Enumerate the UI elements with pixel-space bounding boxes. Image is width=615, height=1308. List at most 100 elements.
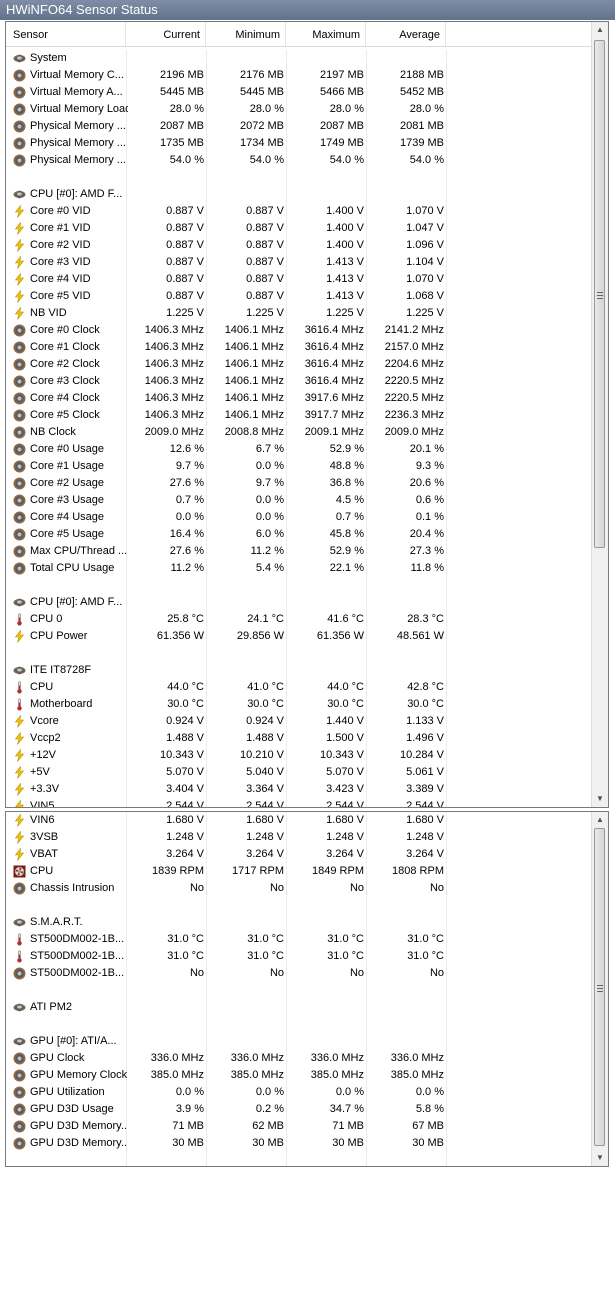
- column-header-current[interactable]: Current: [126, 22, 206, 46]
- sensor-label: System: [30, 52, 67, 64]
- sensor-row[interactable]: Core #1 VID 0.887 V 0.887 V 1.400 V 1.047 V: [6, 220, 592, 237]
- chip-icon: [13, 916, 26, 929]
- sensor-row[interactable]: ST500DM002-1B... 31.0 °C 31.0 °C 31.0 °C 31.…: [6, 948, 592, 965]
- sensor-list-panel-2[interactable]: VIN6 1.680 V 1.680 V 1.680 V 1.680 V 3VSB 1.24…: [5, 811, 609, 1167]
- sensor-row[interactable]: Core #3 VID 0.887 V 0.887 V 1.413 V 1.104 V: [6, 254, 592, 271]
- scroll-down-arrow-icon[interactable]: ▼: [592, 791, 608, 807]
- sensor-row[interactable]: Core #0 Usage 12.6 % 6.7 % 52.9 % 20.1 %: [6, 441, 592, 458]
- sensor-name-cell: Physical Memory ...: [13, 118, 128, 135]
- gauge-icon: [13, 882, 26, 895]
- sensor-row[interactable]: Core #5 VID 0.887 V 0.887 V 1.413 V 1.068 V: [6, 288, 592, 305]
- average-value: 1.096 V: [406, 239, 444, 251]
- vertical-scrollbar[interactable]: ▲ ▼: [591, 812, 608, 1166]
- sensor-row[interactable]: VIN5 2.544 V 2.544 V 2.544 V 2.544 V: [6, 798, 592, 808]
- scroll-up-arrow-icon[interactable]: ▲: [592, 812, 608, 828]
- sensor-row[interactable]: GPU Utilization 0.0 % 0.0 % 0.0 % 0.0 %: [6, 1084, 592, 1101]
- sensor-name-cell: Core #0 Usage: [13, 441, 128, 458]
- sensor-row[interactable]: Core #2 VID 0.887 V 0.887 V 1.400 V 1.096 V: [6, 237, 592, 254]
- sensor-row[interactable]: Motherboard 30.0 °C 30.0 °C 30.0 °C 30.0 °C: [6, 696, 592, 713]
- column-header-average[interactable]: Average: [366, 22, 446, 46]
- sensor-row[interactable]: Core #4 Clock 1406.3 MHz 1406.1 MHz 3917.6 …: [6, 390, 592, 407]
- sensor-name-cell: Core #0 Clock: [13, 322, 128, 339]
- sensor-row[interactable]: GPU D3D Memory... 71 MB 62 MB 71 MB 67 MB: [6, 1118, 592, 1135]
- average-value: 2157.0 MHz: [384, 341, 444, 353]
- sensor-name-cell: Physical Memory ...: [13, 135, 128, 152]
- sensor-row[interactable]: GPU D3D Usage 3.9 % 0.2 % 34.7 % 5.8 %: [6, 1101, 592, 1118]
- sensor-row[interactable]: NB Clock 2009.0 MHz 2008.8 MHz 2009.1 MHz 20…: [6, 424, 592, 441]
- sensor-name-cell: +12V: [13, 747, 128, 764]
- scroll-down-arrow-icon[interactable]: ▼: [592, 1150, 608, 1166]
- sensor-row[interactable]: Core #0 Clock 1406.3 MHz 1406.1 MHz 3616.4 …: [6, 322, 592, 339]
- sensor-group-row[interactable]: GPU [#0]: ATI/A...: [6, 1033, 592, 1050]
- sensor-label: VIN5: [30, 800, 55, 808]
- sensor-row[interactable]: Virtual Memory A... 5445 MB 5445 MB 5466 MB…: [6, 84, 592, 101]
- sensor-row[interactable]: Vcore 0.924 V 0.924 V 1.440 V 1.133 V: [6, 713, 592, 730]
- sensor-label: Core #2 VID: [30, 239, 91, 251]
- sensor-name-cell: Core #2 Usage: [13, 475, 128, 492]
- sensor-name-cell: 3VSB: [13, 829, 128, 846]
- sensor-group-row[interactable]: CPU [#0]: AMD F...: [6, 186, 592, 203]
- column-header: Sensor Current Minimum Maximum Average: [6, 22, 592, 47]
- sensor-row[interactable]: Core #4 Usage 0.0 % 0.0 % 0.7 % 0.1 %: [6, 509, 592, 526]
- column-header-maximum[interactable]: Maximum: [286, 22, 366, 46]
- sensor-row[interactable]: Physical Memory ... 54.0 % 54.0 % 54.0 % 54.…: [6, 152, 592, 169]
- scroll-up-arrow-icon[interactable]: ▲: [592, 22, 608, 38]
- sensor-row[interactable]: Vccp2 1.488 V 1.488 V 1.500 V 1.496 V: [6, 730, 592, 747]
- sensor-row[interactable]: GPU D3D Memory... 30 MB 30 MB 30 MB 30 MB: [6, 1135, 592, 1152]
- minimum-value: 0.924 V: [246, 715, 284, 727]
- sensor-row[interactable]: Core #1 Usage 9.7 % 0.0 % 48.8 % 9.3 %: [6, 458, 592, 475]
- sensor-row[interactable]: Total CPU Usage 11.2 % 5.4 % 22.1 % 11.8 %: [6, 560, 592, 577]
- sensor-row[interactable]: Physical Memory ... 1735 MB 1734 MB 1749 MB…: [6, 135, 592, 152]
- gauge-icon: [13, 443, 26, 456]
- sensor-row[interactable]: Core #0 VID 0.887 V 0.887 V 1.400 V 1.070 V: [6, 203, 592, 220]
- maximum-value: 336.0 MHz: [310, 1052, 364, 1064]
- sensor-row[interactable]: 3VSB 1.248 V 1.248 V 1.248 V 1.248 V: [6, 829, 592, 846]
- sensor-name-cell: CPU Power: [13, 628, 128, 645]
- minimum-value: 41.0 °C: [247, 681, 284, 693]
- sensor-group-row[interactable]: ATI PM2: [6, 999, 592, 1016]
- sensor-row[interactable]: GPU Memory Clock 385.0 MHz 385.0 MHz 385.0 …: [6, 1067, 592, 1084]
- sensor-label: Max CPU/Thread ...: [30, 545, 128, 557]
- sensor-row[interactable]: ST500DM002-1B... 31.0 °C 31.0 °C 31.0 °C 31.…: [6, 931, 592, 948]
- sensor-row[interactable]: Core #3 Clock 1406.3 MHz 1406.1 MHz 3616.4 …: [6, 373, 592, 390]
- sensor-row[interactable]: VIN6 1.680 V 1.680 V 1.680 V 1.680 V: [6, 812, 592, 829]
- sensor-row[interactable]: CPU 0 25.8 °C 24.1 °C 41.6 °C 28.3 °C: [6, 611, 592, 628]
- sensor-group-row[interactable]: ITE IT8728F: [6, 662, 592, 679]
- column-header-sensor[interactable]: Sensor: [6, 22, 126, 46]
- sensor-row[interactable]: CPU 44.0 °C 41.0 °C 44.0 °C 42.8 °C: [6, 679, 592, 696]
- sensor-row[interactable]: Core #5 Usage 16.4 % 6.0 % 45.8 % 20.4 %: [6, 526, 592, 543]
- scrollbar-thumb[interactable]: [594, 828, 605, 1146]
- vertical-scrollbar[interactable]: ▲ ▼: [591, 22, 608, 807]
- sensor-row[interactable]: +3.3V 3.404 V 3.364 V 3.423 V 3.389 V: [6, 781, 592, 798]
- sensor-row[interactable]: Core #2 Clock 1406.3 MHz 1406.1 MHz 3616.4 …: [6, 356, 592, 373]
- sensor-row[interactable]: VBAT 3.264 V 3.264 V 3.264 V 3.264 V: [6, 846, 592, 863]
- sensor-row[interactable]: Virtual Memory Load 28.0 % 28.0 % 28.0 % 28.…: [6, 101, 592, 118]
- current-value: 2087 MB: [159, 120, 204, 132]
- sensor-row[interactable]: +12V 10.343 V 10.210 V 10.343 V 10.284 V: [6, 747, 592, 764]
- scrollbar-thumb[interactable]: [594, 40, 605, 548]
- sensor-row[interactable]: Core #1 Clock 1406.3 MHz 1406.1 MHz 3616.4 …: [6, 339, 592, 356]
- sensor-row[interactable]: ST500DM002-1B... No No No No: [6, 965, 592, 982]
- sensor-list-panel-1[interactable]: Sensor Current Minimum Maximum Average S…: [5, 21, 609, 808]
- sensor-row[interactable]: Max CPU/Thread ... 27.6 % 11.2 % 52.9 % 27.3…: [6, 543, 592, 560]
- sensor-row[interactable]: Chassis Intrusion No No No No: [6, 880, 592, 897]
- sensor-row[interactable]: GPU Clock 336.0 MHz 336.0 MHz 336.0 MHz 336.…: [6, 1050, 592, 1067]
- sensor-group-row[interactable]: CPU [#0]: AMD F...: [6, 594, 592, 611]
- column-header-minimum[interactable]: Minimum: [206, 22, 286, 46]
- sensor-row[interactable]: +5V 5.070 V 5.040 V 5.070 V 5.061 V: [6, 764, 592, 781]
- average-value: 2236.3 MHz: [384, 409, 444, 421]
- sensor-name-cell: Chassis Intrusion: [13, 880, 128, 897]
- sensor-row[interactable]: Core #5 Clock 1406.3 MHz 1406.1 MHz 3917.7 …: [6, 407, 592, 424]
- sensor-group-row[interactable]: S.M.A.R.T.: [6, 914, 592, 931]
- sensor-group-row[interactable]: System: [6, 50, 592, 67]
- sensor-row[interactable]: NB VID 1.225 V 1.225 V 1.225 V 1.225 V: [6, 305, 592, 322]
- sensor-row[interactable]: Virtual Memory C... 2196 MB 2176 MB 2197 MB…: [6, 67, 592, 84]
- sensor-row[interactable]: CPU 1839 RPM 1717 RPM 1849 RPM 1808 RPM: [6, 863, 592, 880]
- gauge-icon: [13, 409, 26, 422]
- sensor-row[interactable]: Core #2 Usage 27.6 % 9.7 % 36.8 % 20.6 %: [6, 475, 592, 492]
- sensor-row[interactable]: Physical Memory ... 2087 MB 2072 MB 2087 MB…: [6, 118, 592, 135]
- sensor-row[interactable]: CPU Power 61.356 W 29.856 W 61.356 W 48.561 …: [6, 628, 592, 645]
- sensor-row[interactable]: Core #4 VID 0.887 V 0.887 V 1.413 V 1.070 V: [6, 271, 592, 288]
- minimum-value: 336.0 MHz: [230, 1052, 284, 1064]
- sensor-row[interactable]: Core #3 Usage 0.7 % 0.0 % 4.5 % 0.6 %: [6, 492, 592, 509]
